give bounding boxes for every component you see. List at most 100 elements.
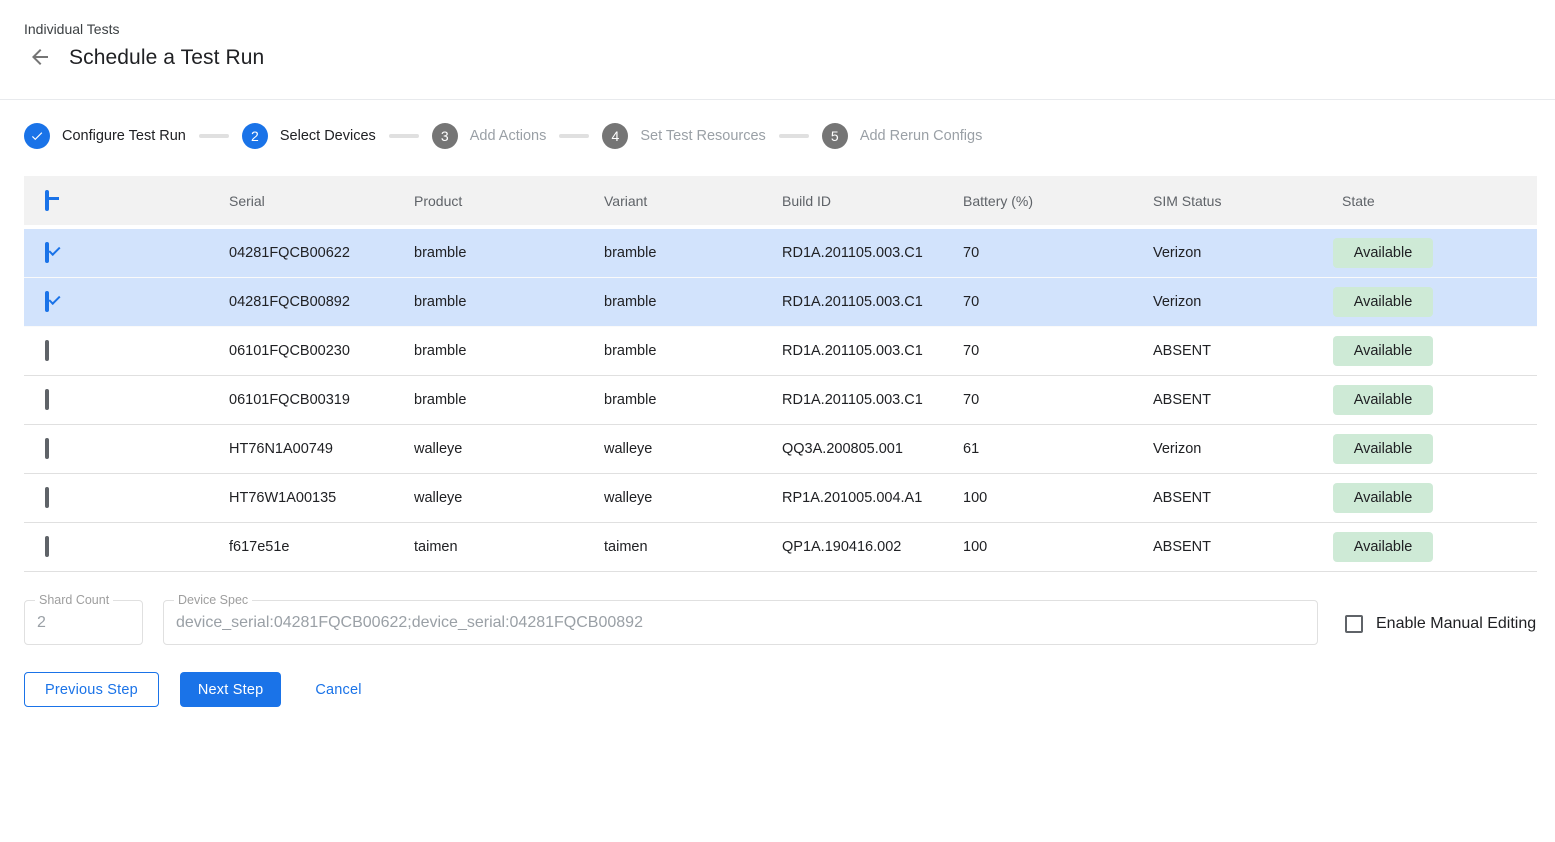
row-checkbox[interactable] [45,389,49,410]
cell-build-id: RD1A.201105.003.C1 [782,392,963,408]
cell-serial: 04281FQCB00892 [229,294,414,310]
step-connector [389,134,419,138]
column-header-variant: Variant [604,193,782,209]
check-icon [24,123,50,149]
column-header-sim: SIM Status [1153,193,1333,209]
step-1-completed[interactable]: Configure Test Run [24,123,186,149]
next-step-button[interactable]: Next Step [180,672,281,707]
cell-product: bramble [414,392,604,408]
arrow-back-icon [28,45,52,72]
action-bar: Previous Step Next Step Cancel [24,672,1555,707]
device-spec-input[interactable] [164,614,1317,632]
breadcrumb: Individual Tests [24,21,1555,37]
back-button[interactable] [28,46,52,70]
row-checkbox[interactable] [45,487,49,508]
state-badge: Available [1333,434,1433,464]
row-checkbox[interactable] [45,438,49,459]
table-body: 04281FQCB00622 bramble bramble RD1A.2011… [24,229,1537,572]
cell-battery: 70 [963,245,1153,261]
cell-product: bramble [414,245,604,261]
cell-serial: HT76N1A00749 [229,441,414,457]
cell-product: taimen [414,539,604,555]
cell-sim-status: ABSENT [1153,539,1333,555]
table-header-row: Serial Product Variant Build ID Battery … [24,176,1537,229]
device-row[interactable]: 04281FQCB00622 bramble bramble RD1A.2011… [24,229,1537,278]
device-row[interactable]: 06101FQCB00230 bramble bramble RD1A.2011… [24,327,1537,376]
row-checkbox[interactable] [45,291,49,312]
step-indicator: 4 [602,123,628,149]
step-5-pending[interactable]: 5 Add Rerun Configs [822,123,983,149]
column-header-state: State [1333,193,1537,209]
cell-build-id: QP1A.190416.002 [782,539,963,555]
page-title: Schedule a Test Run [69,46,264,70]
step-label: Set Test Resources [640,128,765,144]
step-connector [199,134,229,138]
cell-build-id: RD1A.201105.003.C1 [782,294,963,310]
state-badge: Available [1333,238,1433,268]
state-badge: Available [1333,532,1433,562]
shard-count-field: Shard Count [24,600,143,645]
cell-sim-status: ABSENT [1153,490,1333,506]
step-3-pending[interactable]: 3 Add Actions [432,123,547,149]
cell-sim-status: ABSENT [1153,343,1333,359]
cell-product: bramble [414,294,604,310]
step-connector [559,134,589,138]
device-row[interactable]: 04281FQCB00892 bramble bramble RD1A.2011… [24,278,1537,327]
cell-variant: walleye [604,490,782,506]
step-2-active[interactable]: 2 Select Devices [242,123,376,149]
cell-variant: bramble [604,392,782,408]
cell-serial: 06101FQCB00230 [229,343,414,359]
stepper: Configure Test Run 2 Select Devices 3 Ad… [24,122,1555,149]
cell-build-id: RP1A.201005.004.A1 [782,490,963,506]
cell-variant: bramble [604,294,782,310]
cell-product: walleye [414,441,604,457]
row-checkbox[interactable] [45,242,49,263]
cell-serial: 06101FQCB00319 [229,392,414,408]
cell-battery: 61 [963,441,1153,457]
shard-count-input[interactable] [25,614,142,632]
cell-sim-status: Verizon [1153,245,1333,261]
enable-manual-editing[interactable]: Enable Manual Editing [1345,615,1536,633]
page-header: Individual Tests Schedule a Test Run [0,0,1555,100]
cell-variant: bramble [604,343,782,359]
row-checkbox[interactable] [45,340,49,361]
column-header-serial: Serial [229,193,414,209]
device-row[interactable]: f617e51e taimen taimen QP1A.190416.002 1… [24,523,1537,572]
cell-battery: 70 [963,392,1153,408]
cell-serial: 04281FQCB00622 [229,245,414,261]
cell-battery: 70 [963,343,1153,359]
step-indicator: 5 [822,123,848,149]
column-header-build-id: Build ID [782,193,963,209]
select-all-checkbox[interactable] [45,190,49,211]
step-indicator: 2 [242,123,268,149]
device-row[interactable]: 06101FQCB00319 bramble bramble RD1A.2011… [24,376,1537,425]
device-spec-field: Device Spec [163,600,1318,645]
manual-editing-checkbox[interactable] [1345,615,1363,633]
previous-step-button[interactable]: Previous Step [24,672,159,707]
state-badge: Available [1333,385,1433,415]
step-indicator: 3 [432,123,458,149]
row-checkbox[interactable] [45,536,49,557]
step-connector [779,134,809,138]
step-label: Configure Test Run [62,128,186,144]
state-badge: Available [1333,483,1433,513]
cell-product: walleye [414,490,604,506]
cell-variant: walleye [604,441,782,457]
step-4-pending[interactable]: 4 Set Test Resources [602,123,765,149]
device-row[interactable]: HT76W1A00135 walleye walleye RP1A.201005… [24,474,1537,523]
cell-sim-status: Verizon [1153,294,1333,310]
cell-sim-status: ABSENT [1153,392,1333,408]
cell-battery: 70 [963,294,1153,310]
cancel-button[interactable]: Cancel [299,672,377,707]
device-table: Serial Product Variant Build ID Battery … [24,176,1537,572]
spec-form: Shard Count Device Spec Enable Manual Ed… [24,600,1537,645]
cell-battery: 100 [963,539,1153,555]
cell-product: bramble [414,343,604,359]
manual-editing-label: Enable Manual Editing [1376,615,1536,633]
cell-sim-status: Verizon [1153,441,1333,457]
state-badge: Available [1333,287,1433,317]
cell-build-id: RD1A.201105.003.C1 [782,343,963,359]
step-label: Add Rerun Configs [860,128,983,144]
step-label: Select Devices [280,128,376,144]
device-row[interactable]: HT76N1A00749 walleye walleye QQ3A.200805… [24,425,1537,474]
